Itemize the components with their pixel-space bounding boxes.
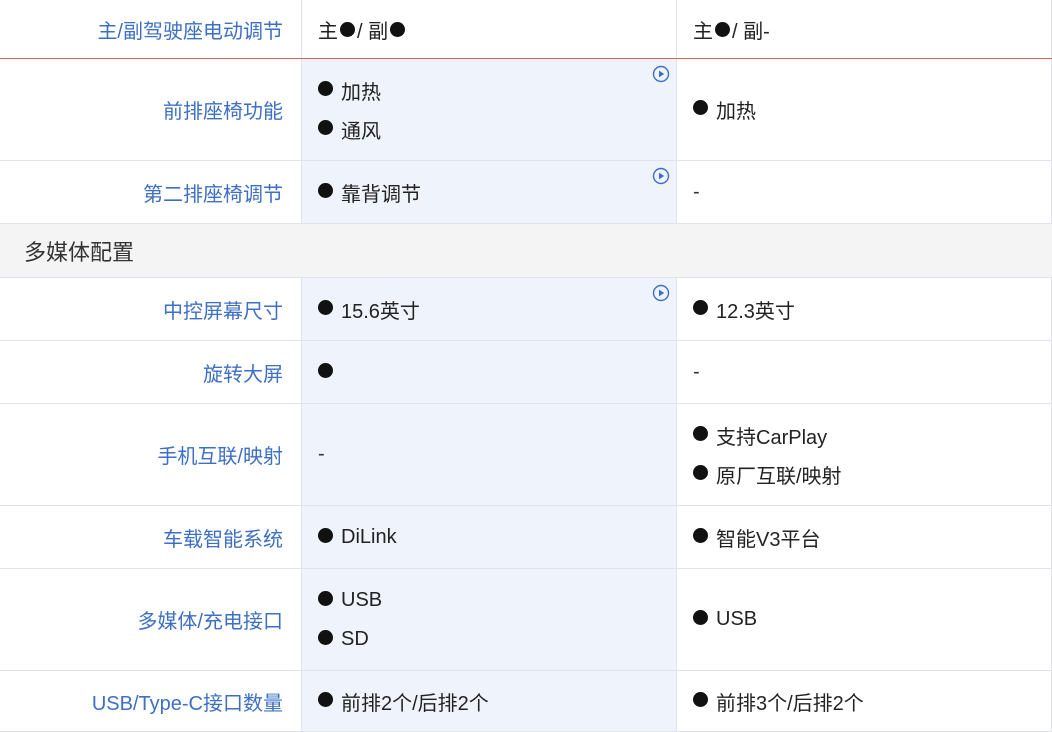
row-label: 中控屏幕尺寸 <box>0 278 302 340</box>
value-cell-car-b: 前排3个/后排2个 <box>677 671 1052 731</box>
table-row-usb-count: USB/Type-C接口数量 前排2个/后排2个 前排3个/后排2个 <box>0 671 1052 732</box>
filled-dot-icon <box>318 80 333 96</box>
list-item: 原厂互联/映射 <box>693 455 1051 494</box>
list-item: 支持CarPlay <box>693 416 1051 455</box>
play-circle-icon[interactable] <box>652 167 670 185</box>
list-item: 加热 <box>318 71 676 110</box>
filled-dot-icon <box>693 527 708 543</box>
list-item: - <box>693 180 700 203</box>
filled-dot-icon <box>693 464 708 480</box>
value-cell-car-a: 加热 通风 <box>302 59 677 160</box>
list-item: 智能V3平台 <box>693 518 1051 557</box>
list-item: 前排3个/后排2个 <box>693 682 1051 721</box>
list-item: 加热 <box>693 90 1051 129</box>
value-cell-car-a: 15.6英寸 <box>302 278 677 340</box>
list-item: 靠背调节 <box>318 173 676 212</box>
row-label: 手机互联/映射 <box>0 404 302 505</box>
list-item <box>318 353 676 392</box>
filled-dot-icon <box>390 21 406 37</box>
value-cell-car-b: - <box>677 161 1052 223</box>
play-circle-icon[interactable] <box>652 284 670 302</box>
table-row-second-seat: 第二排座椅调节 靠背调节 - <box>0 161 1052 224</box>
list-item: - <box>693 360 700 383</box>
section-title: 多媒体配置 <box>24 239 135 265</box>
filled-dot-icon <box>318 629 333 645</box>
list-item: 主 / 副 <box>318 10 676 49</box>
row-label: 多媒体/充电接口 <box>0 569 302 670</box>
list-item: USB <box>693 600 1051 639</box>
list-item: DiLink <box>318 518 676 557</box>
value-cell-car-a: 前排2个/后排2个 <box>302 671 677 731</box>
filled-dot-icon <box>318 590 333 606</box>
list-item: 主 / 副- <box>693 20 770 43</box>
list-item: USB <box>318 581 676 620</box>
list-item: 通风 <box>318 110 676 149</box>
row-label: 旋转大屏 <box>0 341 302 403</box>
table-row-seat-adjust: 主/副驾驶座电动调节 主 / 副 主 / 副- <box>0 0 1052 59</box>
value-cell-car-b: 主 / 副- <box>677 0 1052 58</box>
row-label: 第二排座椅调节 <box>0 161 302 223</box>
value-cell-car-b: 12.3英寸 <box>677 278 1052 340</box>
filled-dot-icon <box>318 691 333 707</box>
filled-dot-icon <box>693 425 708 441</box>
filled-dot-icon <box>318 182 333 198</box>
list-item: - <box>318 443 325 465</box>
filled-dot-icon <box>340 21 355 37</box>
table-row-media-ports: 多媒体/充电接口 USB SD USB <box>0 569 1052 671</box>
list-item: 15.6英寸 <box>318 290 676 329</box>
value-cell-car-b: 支持CarPlay 原厂互联/映射 <box>677 404 1052 505</box>
filled-dot-icon <box>318 527 333 543</box>
list-item: SD <box>318 620 676 659</box>
filled-dot-icon <box>693 299 708 315</box>
row-label: 车载智能系统 <box>0 506 302 568</box>
value-cell-car-b: 智能V3平台 <box>677 506 1052 568</box>
value-cell-car-a <box>302 341 677 403</box>
play-circle-icon[interactable] <box>652 65 670 83</box>
list-item: 12.3英寸 <box>693 290 1051 329</box>
row-label: 主/副驾驶座电动调节 <box>0 0 302 58</box>
value-cell-car-b: 加热 <box>677 59 1052 160</box>
list-item: 前排2个/后排2个 <box>318 682 676 721</box>
table-row-rotating-screen: 旋转大屏 - <box>0 341 1052 404</box>
table-row-front-seat: 前排座椅功能 加热 通风 加热 <box>0 59 1052 161</box>
table-row-screen-size: 中控屏幕尺寸 15.6英寸 12.3英寸 <box>0 278 1052 341</box>
table-row-phone-mirroring: 手机互联/映射 - 支持CarPlay 原厂互联/映射 <box>0 404 1052 506</box>
section-header-multimedia: 多媒体配置 <box>0 224 1052 278</box>
value-cell-car-b: USB <box>677 569 1052 670</box>
table-row-infotainment-system: 车载智能系统 DiLink 智能V3平台 <box>0 506 1052 569</box>
filled-dot-icon <box>318 119 333 135</box>
value-cell-car-a: - <box>302 404 677 505</box>
value-cell-car-b: - <box>677 341 1052 403</box>
filled-dot-icon <box>693 691 708 707</box>
filled-dot-icon <box>693 100 708 115</box>
value-cell-car-a: USB SD <box>302 569 677 670</box>
filled-dot-icon <box>715 21 730 37</box>
filled-dot-icon <box>693 610 708 625</box>
value-cell-car-a: DiLink <box>302 506 677 568</box>
value-cell-car-a: 主 / 副 <box>302 0 677 58</box>
row-label: 前排座椅功能 <box>0 59 302 160</box>
filled-dot-icon <box>318 299 333 315</box>
filled-dot-icon <box>318 362 333 378</box>
value-cell-car-a: 靠背调节 <box>302 161 677 223</box>
row-label: USB/Type-C接口数量 <box>0 671 302 731</box>
